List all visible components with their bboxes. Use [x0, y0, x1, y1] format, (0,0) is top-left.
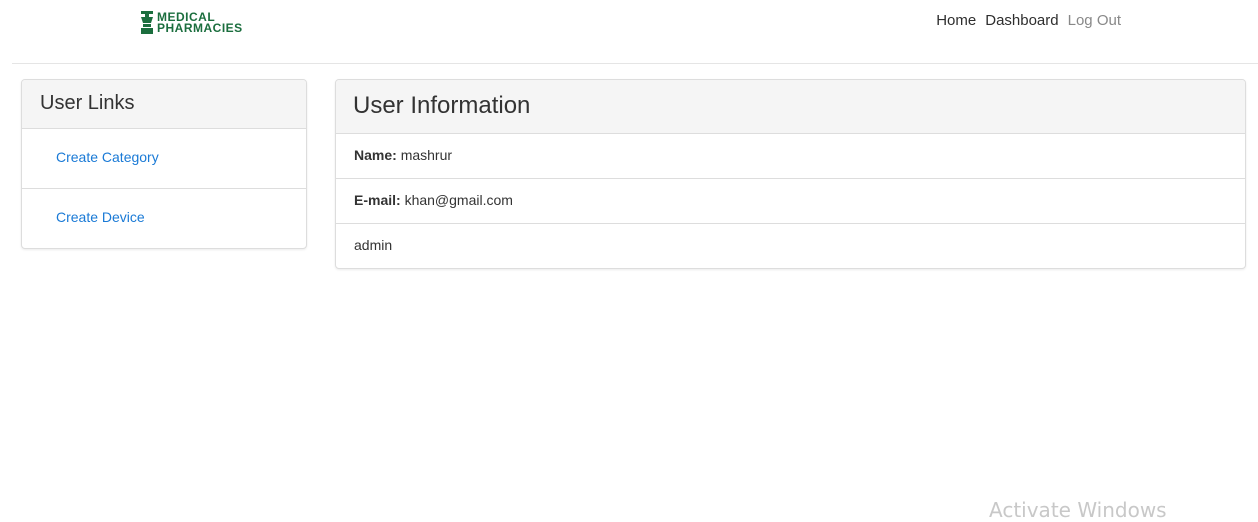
activate-windows-watermark: Activate Windows	[989, 498, 1167, 522]
user-role-row: admin	[336, 224, 1245, 268]
name-value: mashrur	[400, 147, 453, 163]
user-links-panel: User Links Create Category Create Device	[21, 79, 307, 249]
nav-home-link[interactable]: Home	[936, 12, 976, 29]
user-information-title: User Information	[336, 80, 1245, 134]
create-device-link[interactable]: Create Device	[56, 209, 145, 225]
user-information-panel: User Information Name: mashrur E-mail: k…	[335, 79, 1246, 269]
name-label: Name:	[354, 147, 397, 163]
main-nav: Home Dashboard Log Out	[936, 12, 1121, 29]
top-navbar: Medical Pharmacies Home Dashboard Log Ou…	[0, 0, 1258, 64]
mortar-pestle-icon	[141, 11, 153, 34]
email-label: E-mail:	[354, 192, 401, 208]
nav-logout-link[interactable]: Log Out	[1068, 12, 1121, 29]
user-links-title: User Links	[22, 80, 306, 129]
brand-name: Medical Pharmacies	[157, 11, 243, 35]
user-name-row: Name: mashrur	[336, 134, 1245, 179]
list-item: Create Category	[22, 129, 306, 189]
user-email-row: E-mail: khan@gmail.com	[336, 179, 1245, 224]
list-item: Create Device	[22, 189, 306, 248]
nav-dashboard-link[interactable]: Dashboard	[985, 12, 1058, 29]
brand-logo[interactable]: Medical Pharmacies	[140, 9, 243, 37]
create-category-link[interactable]: Create Category	[56, 149, 159, 165]
email-value: khan@gmail.com	[404, 192, 513, 208]
role-value: admin	[354, 237, 393, 253]
header-divider	[12, 63, 1258, 64]
brand-line-2: Pharmacies	[157, 21, 243, 35]
